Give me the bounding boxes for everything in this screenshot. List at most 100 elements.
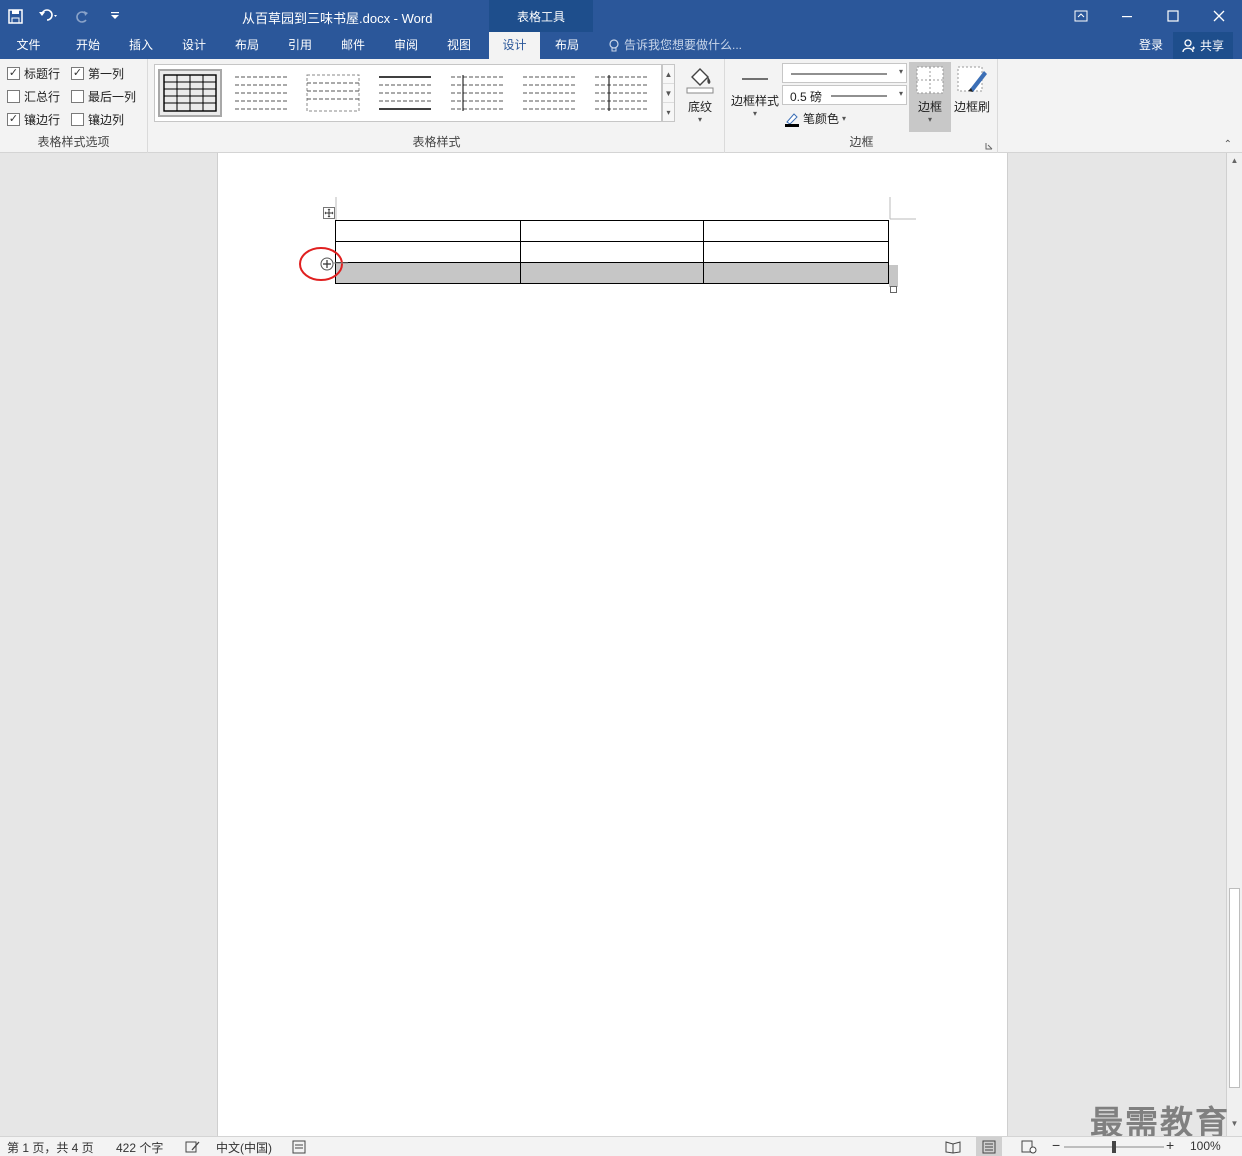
- tell-me-box[interactable]: 告诉我您想要做什么...: [608, 32, 742, 59]
- checkbox-label: 镶边行: [24, 113, 61, 127]
- tab-references[interactable]: 引用: [275, 32, 325, 59]
- table-cell[interactable]: [335, 262, 521, 284]
- line-weight-dropdown[interactable]: 0.5 磅 ▾: [782, 85, 907, 105]
- minimize-icon[interactable]: [1104, 0, 1150, 32]
- gallery-scroll[interactable]: ▲ ▼ ▾: [662, 64, 675, 122]
- share-label: 共享: [1199, 39, 1224, 53]
- tab-review[interactable]: 审阅: [381, 32, 431, 59]
- table-cell[interactable]: [519, 241, 705, 263]
- language-indicator[interactable]: 中文(中国): [216, 1139, 272, 1156]
- header-row-checkbox[interactable]: ✓ 标题行: [7, 65, 60, 82]
- table-cell[interactable]: [519, 220, 705, 242]
- macro-icon[interactable]: [292, 1140, 306, 1154]
- ribbon-display-options-icon[interactable]: [1058, 0, 1104, 32]
- gallery-down-icon[interactable]: ▼: [663, 84, 674, 103]
- last-column-checkbox[interactable]: 最后一列: [71, 88, 136, 105]
- insert-row-icon[interactable]: [298, 245, 348, 283]
- scroll-thumb[interactable]: [1229, 888, 1240, 1088]
- table-cell[interactable]: [703, 220, 889, 242]
- customize-qat-icon[interactable]: [98, 0, 132, 32]
- proofing-icon[interactable]: [185, 1140, 201, 1154]
- table-move-handle-icon[interactable]: [323, 207, 335, 219]
- total-row-checkbox[interactable]: 汇总行: [7, 88, 60, 105]
- undo-icon[interactable]: [30, 0, 68, 32]
- dialog-launcher-icon[interactable]: [985, 142, 993, 150]
- border-painter-label: 边框刷: [953, 100, 990, 114]
- read-mode-icon[interactable]: [945, 1140, 961, 1154]
- page-count[interactable]: 第 1 页，共 4 页: [7, 1139, 94, 1156]
- tab-table-layout[interactable]: 布局: [542, 32, 592, 59]
- tab-design[interactable]: 设计: [169, 32, 219, 59]
- table-style-grid-light-thumbnail[interactable]: [301, 69, 365, 117]
- redo-icon[interactable]: [68, 0, 98, 32]
- table-style-bordered-thumbnail[interactable]: [589, 69, 653, 117]
- border-painter-button[interactable]: 边框刷: [952, 62, 992, 115]
- tab-home[interactable]: 开始: [62, 32, 114, 59]
- tab-table-design[interactable]: 设计: [489, 32, 540, 59]
- first-column-checkbox[interactable]: ✓ 第一列: [71, 65, 124, 82]
- document-page[interactable]: [217, 153, 1008, 1136]
- scroll-up-icon[interactable]: ▲: [1227, 156, 1242, 170]
- dropdown-arrow-icon: ▾: [842, 114, 847, 123]
- checkbox-box[interactable]: [71, 113, 84, 126]
- zoom-in-icon[interactable]: +: [1166, 1137, 1174, 1153]
- table-style-columns-thumbnail[interactable]: [445, 69, 509, 117]
- line-style-icon: [742, 78, 768, 80]
- table-cell[interactable]: [519, 262, 705, 284]
- table-tools-context-label: 表格工具: [489, 0, 593, 32]
- gallery-more-icon[interactable]: ▾: [663, 103, 674, 122]
- zoom-out-icon[interactable]: −: [1052, 1137, 1060, 1153]
- checkbox-box[interactable]: [71, 90, 84, 103]
- tab-layout[interactable]: 布局: [222, 32, 272, 59]
- borders-button[interactable]: 边框 ▾: [909, 62, 951, 132]
- checkbox-box[interactable]: ✓: [71, 67, 84, 80]
- checkbox-box[interactable]: [7, 90, 20, 103]
- print-layout-icon[interactable]: [976, 1137, 1002, 1156]
- vertical-scrollbar[interactable]: ▲ ▼: [1226, 153, 1242, 1136]
- table-style-header-thumbnail[interactable]: [373, 69, 437, 117]
- banded-rows-checkbox[interactable]: ✓ 镶边行: [7, 111, 60, 128]
- table-resize-handle[interactable]: [890, 286, 897, 293]
- pen-icon: [785, 112, 799, 127]
- banded-columns-checkbox[interactable]: 镶边列: [71, 111, 124, 128]
- tell-me-text: 告诉我您想要做什么...: [624, 38, 743, 52]
- group-label: 表格样式: [412, 135, 461, 149]
- checkbox-box[interactable]: ✓: [7, 67, 20, 80]
- zoom-level[interactable]: 100%: [1190, 1139, 1221, 1153]
- web-layout-icon[interactable]: [1021, 1140, 1037, 1154]
- table-row[interactable]: [335, 241, 889, 263]
- dropdown-arrow-icon: ▾: [697, 115, 702, 124]
- table-cell[interactable]: [703, 241, 889, 263]
- table-style-list-thumbnail[interactable]: [517, 69, 581, 117]
- dropdown-arrow-icon: ▾: [752, 109, 757, 118]
- collapse-ribbon-icon[interactable]: ⌃: [1224, 139, 1232, 150]
- word-count[interactable]: 422 个字: [116, 1139, 163, 1156]
- table-style-plain-thumbnail[interactable]: [229, 69, 293, 117]
- table-row[interactable]: [335, 220, 889, 242]
- tab-mailings[interactable]: 邮件: [328, 32, 378, 59]
- share-button[interactable]: 共享: [1173, 32, 1233, 59]
- pen-color-button[interactable]: 笔颜色 ▾: [784, 110, 846, 127]
- tab-view[interactable]: 视图: [434, 32, 484, 59]
- maximize-icon[interactable]: [1150, 0, 1196, 32]
- table-cell[interactable]: [335, 241, 521, 263]
- title-bar: 从百草园到三味书屋.docx - Word 表格工具: [0, 0, 1242, 32]
- close-icon[interactable]: [1196, 0, 1242, 32]
- tab-file[interactable]: 文件: [0, 32, 57, 59]
- table-cell[interactable]: [703, 262, 889, 284]
- borders-label: 边框: [917, 100, 942, 114]
- tab-insert[interactable]: 插入: [116, 32, 166, 59]
- zoom-slider[interactable]: [1064, 1141, 1164, 1153]
- document-table[interactable]: [335, 220, 889, 284]
- save-icon[interactable]: [0, 0, 30, 32]
- checkbox-box[interactable]: ✓: [7, 113, 20, 126]
- person-icon: [1182, 38, 1195, 52]
- table-row-selected[interactable]: [335, 262, 889, 284]
- table-cell[interactable]: [335, 220, 521, 242]
- border-styles-button[interactable]: 边框样式 ▾: [728, 69, 782, 118]
- shading-button[interactable]: 底纹 ▾: [680, 63, 720, 124]
- gallery-up-icon[interactable]: ▲: [663, 65, 674, 84]
- signin-link[interactable]: 登录: [1139, 32, 1163, 59]
- table-style-grid-thumbnail[interactable]: [158, 69, 222, 117]
- line-style-dropdown[interactable]: ▾: [782, 63, 907, 83]
